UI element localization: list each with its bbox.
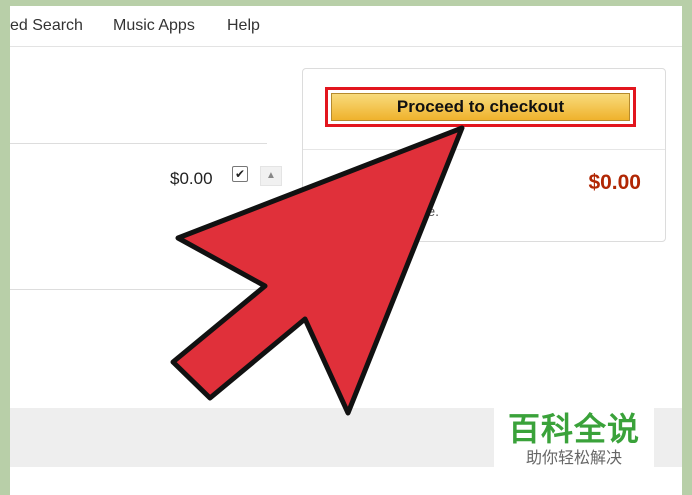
subtotal-value: $0.00 <box>588 171 641 194</box>
cart-divider <box>10 289 300 290</box>
item-select-checkbox[interactable]: ✔ <box>232 166 248 182</box>
scroll-up-arrow-icon[interactable]: ▲ <box>260 166 282 186</box>
watermark-subtitle: 助你轻松解决 <box>525 450 622 467</box>
cart-divider <box>10 143 267 144</box>
item-price: $0.00 <box>170 169 213 188</box>
proceed-to-checkout-button[interactable]: Proceed to checkout <box>331 93 630 121</box>
subtotal-label: O otal: <box>327 173 394 196</box>
watermark-logo: 百科全说 助你轻松解决 <box>494 402 654 472</box>
checkout-divider <box>303 149 665 150</box>
checkout-panel: Proceed to checkout O otal: $0.00 cted f… <box>302 68 666 242</box>
top-nav: ed Search Music Apps Help <box>10 6 682 47</box>
nav-item-music-apps[interactable]: Music Apps <box>113 17 195 35</box>
subtotal-note: cted for purchase. <box>327 203 440 219</box>
checkout-highlight-box: Proceed to checkout <box>325 87 636 127</box>
screenshot-frame: ed Search Music Apps Help $0.00 ✔ ▲ Proc… <box>10 6 682 495</box>
nav-item-help[interactable]: Help <box>227 17 260 35</box>
nav-item-advanced-search[interactable]: ed Search <box>10 17 83 35</box>
